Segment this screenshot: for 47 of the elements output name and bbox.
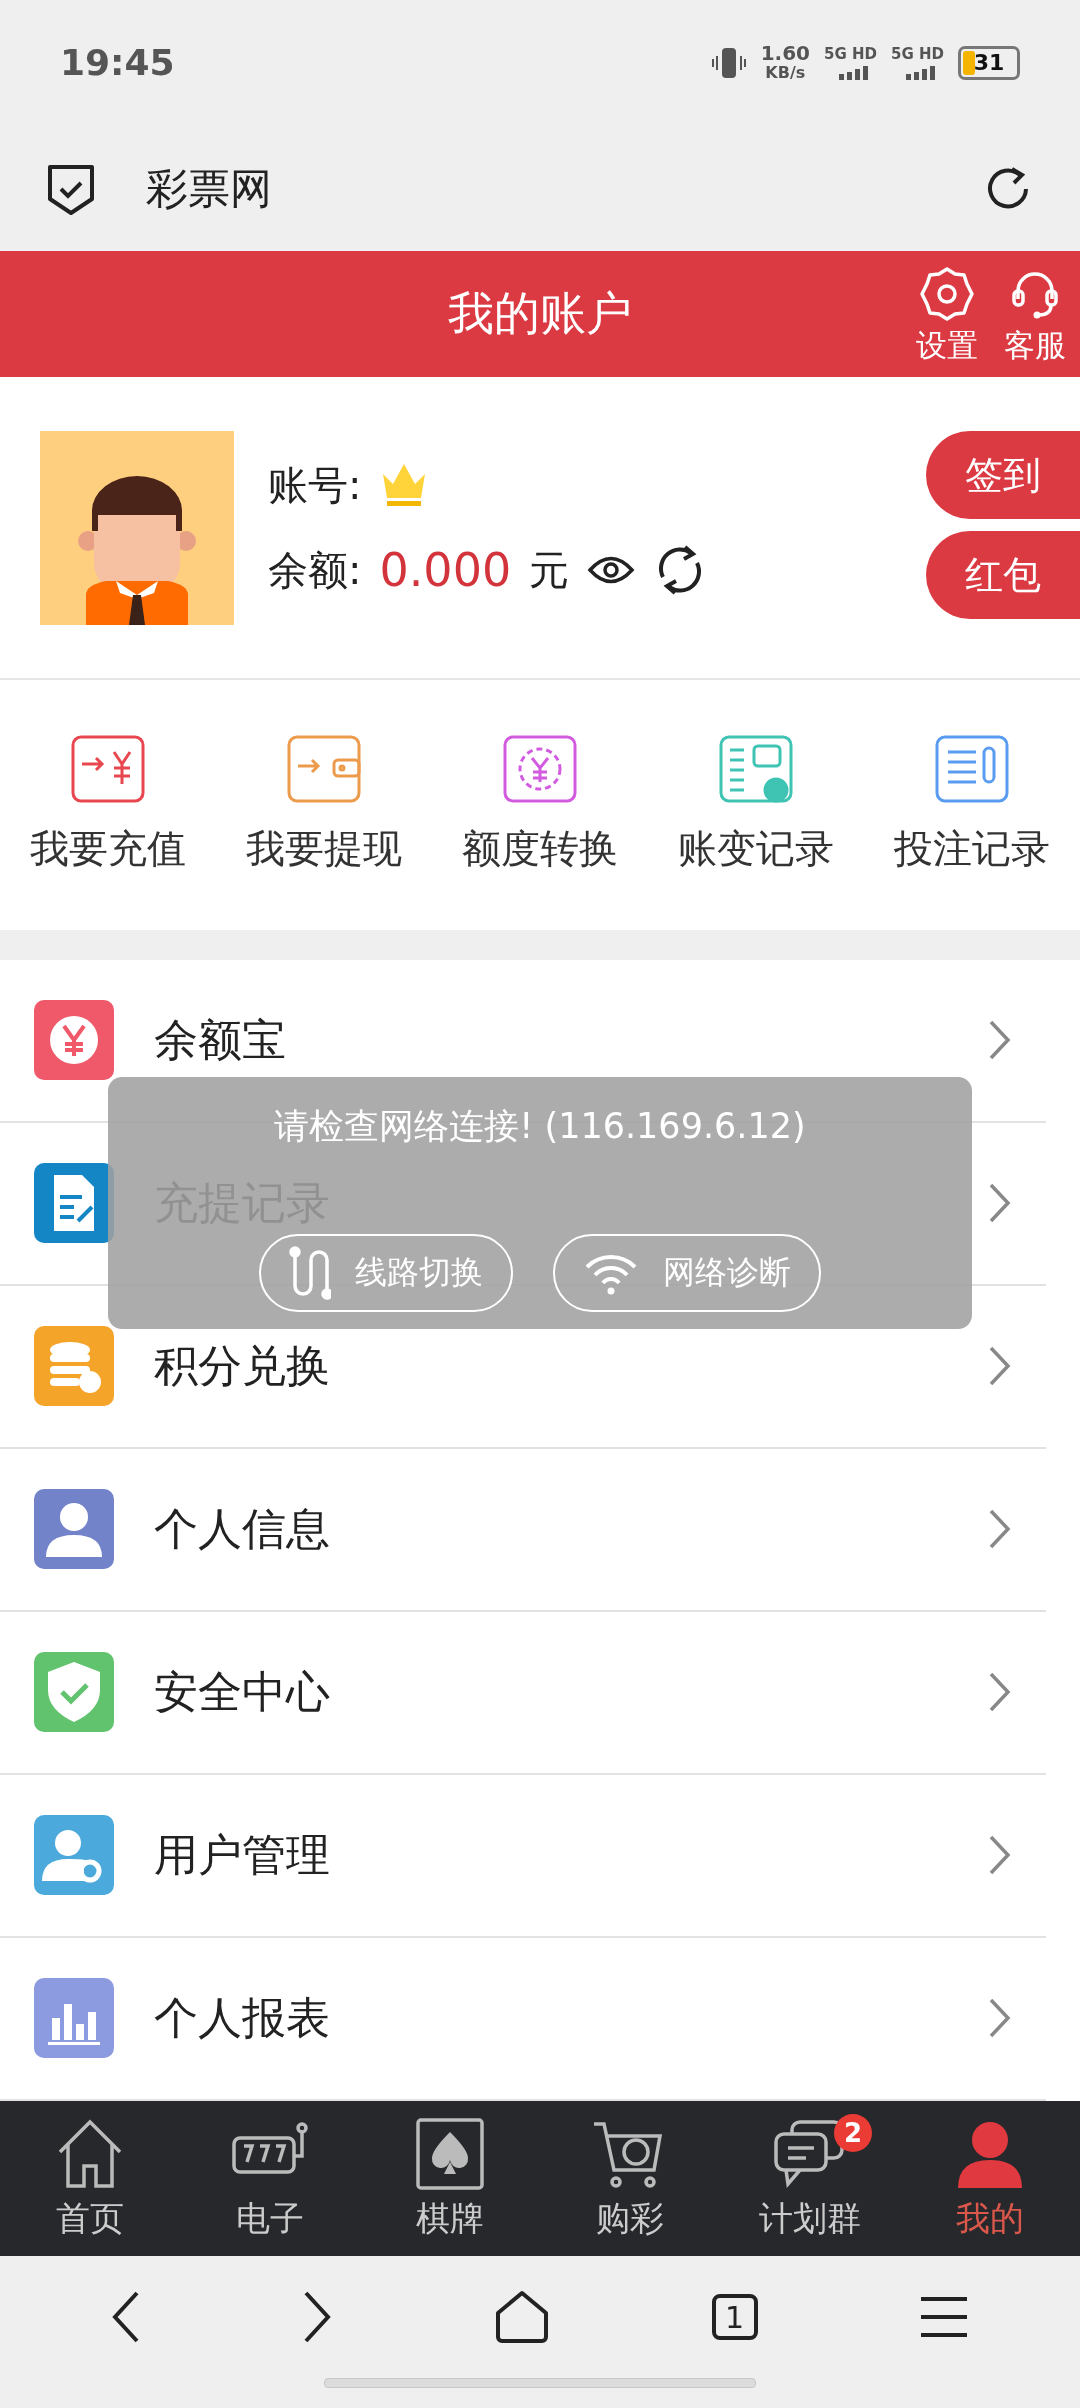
count-badge: 2 (834, 2113, 872, 2152)
quick-action[interactable]: 投注记录 (867, 734, 1077, 877)
home-icon[interactable] (494, 2289, 550, 2346)
back-icon[interactable] (110, 2290, 141, 2345)
quick-action[interactable]: 我要充值 (3, 734, 213, 877)
chevron-right-icon (988, 1834, 1012, 1877)
chevron-right-icon (988, 1997, 1012, 2040)
quick-action[interactable]: 我要提现 (219, 734, 429, 877)
speed-unit: KB/s (765, 62, 806, 83)
balance-label: 余额: (268, 545, 362, 595)
chevron-right-icon (988, 1345, 1012, 1388)
tab[interactable]: 棋牌 (370, 2115, 530, 2242)
quick-action[interactable]: 账变记录 (651, 734, 861, 877)
menu-item[interactable]: 安全中心 (0, 1611, 1046, 1775)
pill-button[interactable]: 签到 (926, 431, 1080, 520)
quick-action[interactable]: 额度转换 (435, 734, 645, 877)
currency-unit: 元 (529, 545, 570, 595)
tab[interactable]: 购彩 (550, 2115, 710, 2242)
tab[interactable]: 电子 (190, 2115, 350, 2242)
chevron-right-icon (988, 1671, 1012, 1714)
menu-item[interactable]: 用户管理 (0, 1774, 1046, 1938)
network-speed: 1.60 (760, 42, 811, 63)
tab[interactable]: 首页 (10, 2115, 170, 2242)
tabs-button[interactable]: 1 (711, 2294, 758, 2341)
chevron-right-icon (988, 1508, 1012, 1551)
network-label: 5G HD (824, 45, 877, 64)
chevron-right-icon (988, 1019, 1012, 1062)
gear-icon (918, 265, 976, 324)
tab[interactable]: 我的 (910, 2115, 1070, 2242)
tab[interactable]: 2 计划群 (730, 2115, 890, 2242)
header-title: 我的账户 (448, 285, 632, 343)
pill-button[interactable]: 红包 (926, 531, 1080, 620)
network-label: 5G HD (891, 45, 944, 64)
avatar-icon (40, 430, 234, 625)
page-title: 彩票网 (146, 162, 272, 215)
chevron-right-icon (988, 1182, 1012, 1225)
header-action[interactable]: 设置 (916, 265, 978, 368)
battery-icon: 31 (958, 45, 1020, 80)
balance-amount: 0.000 (379, 543, 512, 598)
menu-item[interactable]: 个人信息 (0, 1448, 1046, 1612)
status-time: 19:45 (60, 42, 175, 84)
account-label: 账号: (268, 460, 362, 510)
route-icon (289, 1245, 331, 1300)
vibrate-icon (710, 45, 747, 80)
forward-icon[interactable] (302, 2290, 333, 2345)
menu-icon[interactable] (919, 2295, 970, 2340)
header-action[interactable]: 客服 (1004, 265, 1066, 368)
